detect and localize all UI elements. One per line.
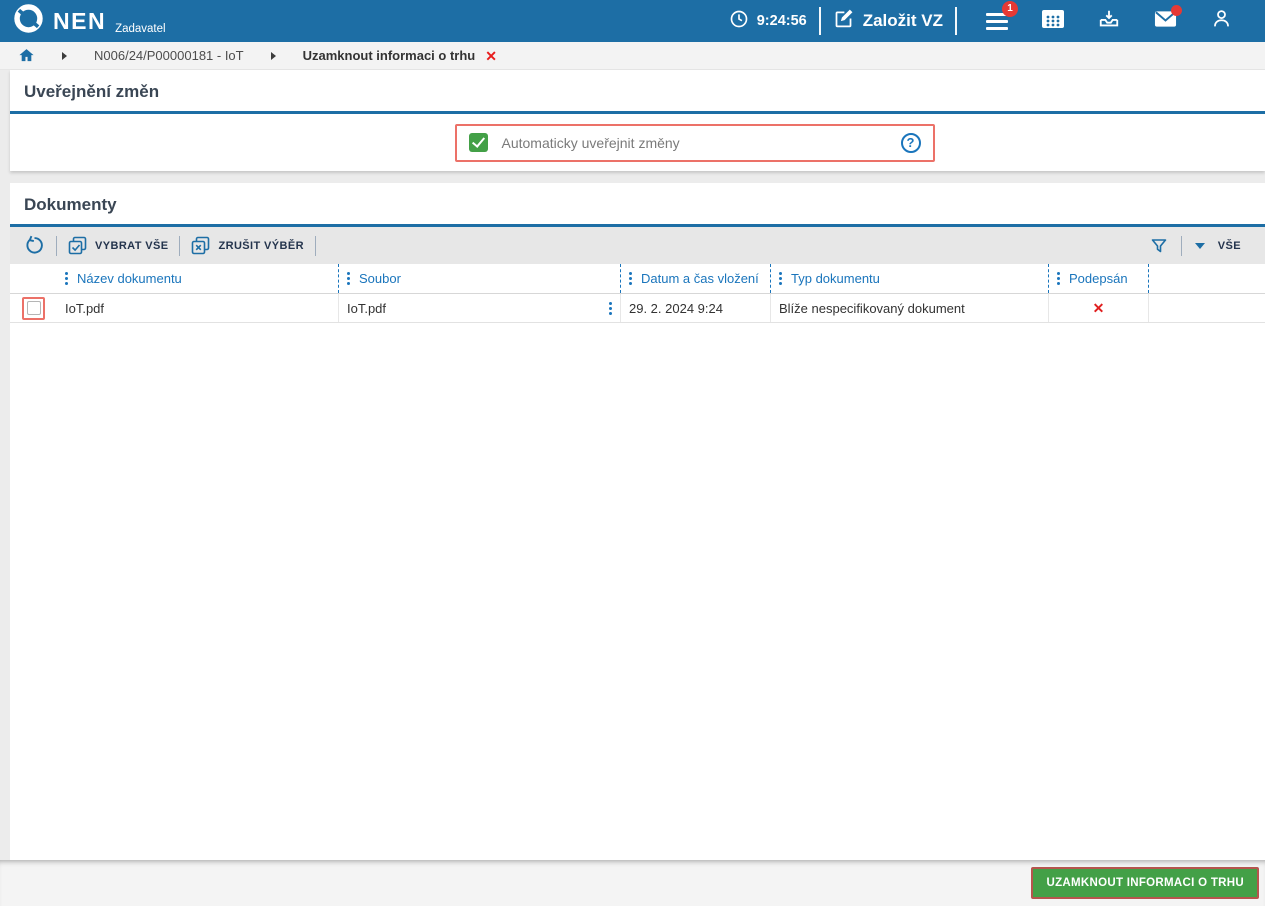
create-vz-label: Založit VZ <box>862 11 943 30</box>
nen-logo[interactable]: NEN Zadavatel <box>12 2 166 40</box>
row-cell-inserted: 29. 2. 2024 9:24 <box>620 294 770 322</box>
documents-toolbar: VYBRAT VŠE ZRUŠIT VÝBĚR VŠE <box>10 227 1265 264</box>
main-menu-button[interactable]: 1 <box>969 0 1025 34</box>
home-icon[interactable] <box>18 47 35 64</box>
calendar-icon <box>1042 9 1064 34</box>
column-label: Datum a čas vložení <box>641 271 759 286</box>
create-vz-button[interactable]: Založit VZ <box>833 8 943 34</box>
header-cell-inserted[interactable]: Datum a čas vložení <box>620 264 770 293</box>
person-icon <box>1211 8 1232 34</box>
column-menu-icon[interactable] <box>629 272 632 285</box>
inbox-button[interactable] <box>1081 8 1137 35</box>
clock-icon <box>729 9 749 33</box>
breadcrumb: N006/24/P00000181 - IoT Uzamknout inform… <box>0 42 1265 70</box>
brand-role: Zadavatel <box>115 23 166 35</box>
footer-action-bar: UZAMKNOUT INFORMACI O TRHU <box>0 860 1265 906</box>
column-menu-icon[interactable] <box>779 272 782 285</box>
filter-icon[interactable] <box>1150 237 1168 255</box>
messages-button[interactable] <box>1137 4 1193 33</box>
document-file: IoT.pdf <box>347 300 387 316</box>
toolbar-divider <box>314 235 316 256</box>
header-divider <box>955 7 957 35</box>
messages-notification-dot <box>1171 4 1182 16</box>
calendar-button[interactable] <box>1025 9 1081 34</box>
header-cell-signed[interactable]: Podepsán <box>1048 264 1148 293</box>
column-label: Soubor <box>359 271 401 286</box>
row-cell-checkbox <box>10 294 57 322</box>
publish-changes-section: Uveřejnění změn Automaticky uveřejnit zm… <box>10 70 1265 171</box>
column-menu-icon[interactable] <box>65 272 68 285</box>
clock-time: 9:24:56 <box>756 13 807 29</box>
column-label: Název dokumentu <box>77 271 182 286</box>
column-label: Podepsán <box>1069 271 1128 286</box>
user-profile-button[interactable] <box>1193 8 1249 34</box>
auto-publish-highlight-box: Automaticky uveřejnit změny ? <box>454 123 935 162</box>
row-checkbox[interactable] <box>22 296 45 320</box>
row-cell-type: Blíže nespecifikovaný dokument <box>770 294 1048 322</box>
refresh-button[interactable] <box>24 235 45 256</box>
row-cell-empty <box>1148 294 1265 322</box>
menu-badge: 1 <box>1002 0 1018 17</box>
breadcrumb-separator-icon <box>270 51 276 60</box>
help-icon[interactable]: ? <box>900 132 921 153</box>
lock-market-info-button[interactable]: UZAMKNOUT INFORMACI O TRHU <box>1031 867 1259 899</box>
breadcrumb-current-label: Uzamknout informaci o trhu <box>302 48 476 63</box>
select-all-label: VYBRAT VŠE <box>95 239 169 252</box>
header-cell-empty <box>1148 264 1265 293</box>
column-label: Typ dokumentu <box>791 271 880 286</box>
breadcrumb-separator-icon <box>62 51 67 60</box>
inbox-download-icon <box>1098 8 1120 35</box>
column-menu-icon[interactable] <box>347 272 350 285</box>
row-cell-name[interactable]: IoT.pdf <box>57 294 338 322</box>
table-row[interactable]: IoT.pdf IoT.pdf 29. 2. 2024 9:24 Blíže n… <box>10 294 1265 323</box>
header-cell-type[interactable]: Typ dokumentu <box>770 264 1048 293</box>
column-menu-icon[interactable] <box>1057 272 1060 285</box>
document-type: Blíže nespecifikovaný dokument <box>779 300 965 316</box>
row-cell-signed: ✕ <box>1048 294 1148 322</box>
documents-section: Dokumenty VYBRAT VŠE ZRUŠIT VÝBĚR VŠE Ná… <box>10 183 1265 860</box>
breadcrumb-close-icon[interactable]: ✕ <box>485 49 497 63</box>
header-cell-name[interactable]: Název dokumentu <box>57 264 338 293</box>
documents-section-title: Dokumenty <box>24 195 117 214</box>
select-all-button[interactable]: VYBRAT VŠE <box>68 236 168 255</box>
not-signed-icon: ✕ <box>1092 299 1105 316</box>
header-cell-file[interactable]: Soubor <box>338 264 620 293</box>
toolbar-divider <box>1180 235 1182 256</box>
clear-selection-button[interactable]: ZRUŠIT VÝBĚR <box>191 236 304 255</box>
brand-name: NEN <box>53 7 107 34</box>
row-menu-icon[interactable] <box>609 301 612 315</box>
filter-scope-dropdown-icon[interactable] <box>1194 242 1205 249</box>
auto-publish-label: Automaticky uveřejnit změny <box>501 134 680 151</box>
auto-publish-checkbox[interactable] <box>468 133 488 152</box>
row-cell-file[interactable]: IoT.pdf <box>338 294 620 322</box>
header-cell-checkbox <box>10 264 57 293</box>
filter-scope-label[interactable]: VŠE <box>1218 240 1241 252</box>
document-inserted: 29. 2. 2024 9:24 <box>629 300 723 316</box>
document-name: IoT.pdf <box>65 300 105 316</box>
documents-table-header: Název dokumentu Soubor Datum a čas vlože… <box>10 264 1265 294</box>
table-empty-area <box>10 323 1265 860</box>
breadcrumb-current: Uzamknout informaci o trhu ✕ <box>303 48 497 63</box>
toolbar-divider <box>179 235 181 256</box>
header-divider <box>818 7 821 35</box>
app-header: NEN Zadavatel 9:24:56 Založit VZ 1 <box>0 0 1265 42</box>
breadcrumb-procurement[interactable]: N006/24/P00000181 - IoT <box>94 48 244 63</box>
auto-publish-zone: Automaticky uveřejnit změny ? <box>10 114 1265 171</box>
publish-section-title: Uveřejnění změn <box>24 82 160 101</box>
nen-logo-icon <box>12 2 45 40</box>
clear-selection-label: ZRUŠIT VÝBĚR <box>218 239 304 252</box>
edit-icon <box>833 8 854 34</box>
toolbar-divider <box>56 235 57 256</box>
page-content: Uveřejnění změn Automaticky uveřejnit zm… <box>0 70 1265 860</box>
session-clock: 9:24:56 <box>729 9 807 33</box>
